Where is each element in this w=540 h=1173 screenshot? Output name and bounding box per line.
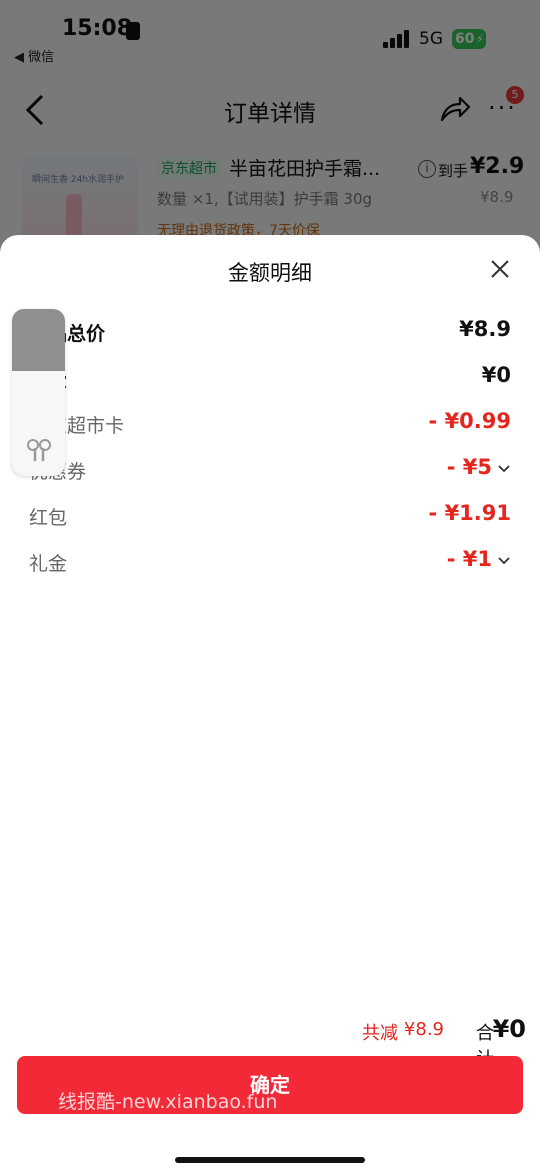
total-value: ¥0 — [492, 1015, 526, 1043]
close-icon[interactable] — [488, 257, 512, 281]
row-coupon[interactable]: 优惠券 - ¥5 — [0, 453, 540, 487]
airpods-icon — [27, 439, 51, 462]
watermark: 线报酷-new.xianbao.fun — [58, 1091, 278, 1113]
chevron-down-icon[interactable] — [496, 461, 512, 477]
row-value: - ¥1.91 — [428, 501, 511, 525]
row-label: 红包 — [29, 507, 68, 529]
row-label: 礼金 — [29, 553, 68, 575]
row-goods-total: 商品总价 ¥8.9 — [0, 315, 540, 349]
amount-detail-sheet: 金额明细 商品总价 ¥8.9 运费 ¥0 京东超市卡 - ¥0.99 优惠券 -… — [0, 235, 540, 1173]
earbuds-level-widget[interactable] — [12, 309, 65, 476]
row-value: - ¥1 — [446, 547, 492, 571]
row-red-packet: 红包 - ¥1.91 — [0, 499, 540, 533]
total-reduce-value: ¥8.9 — [403, 1019, 444, 1040]
home-indicator[interactable] — [175, 1157, 365, 1163]
row-shipping: 运费 ¥0 — [0, 361, 540, 395]
chevron-down-icon[interactable] — [496, 553, 512, 569]
row-value: ¥0 — [481, 363, 511, 387]
row-supermarket-card: 京东超市卡 - ¥0.99 — [0, 407, 540, 441]
row-value: ¥8.9 — [459, 317, 511, 341]
row-value: - ¥0.99 — [428, 409, 511, 433]
row-value: - ¥5 — [446, 455, 492, 479]
row-gift-money[interactable]: 礼金 - ¥1 — [0, 545, 540, 579]
sheet-title: 金额明细 — [228, 261, 312, 285]
total-reduce-label: 共减 — [362, 1023, 398, 1044]
